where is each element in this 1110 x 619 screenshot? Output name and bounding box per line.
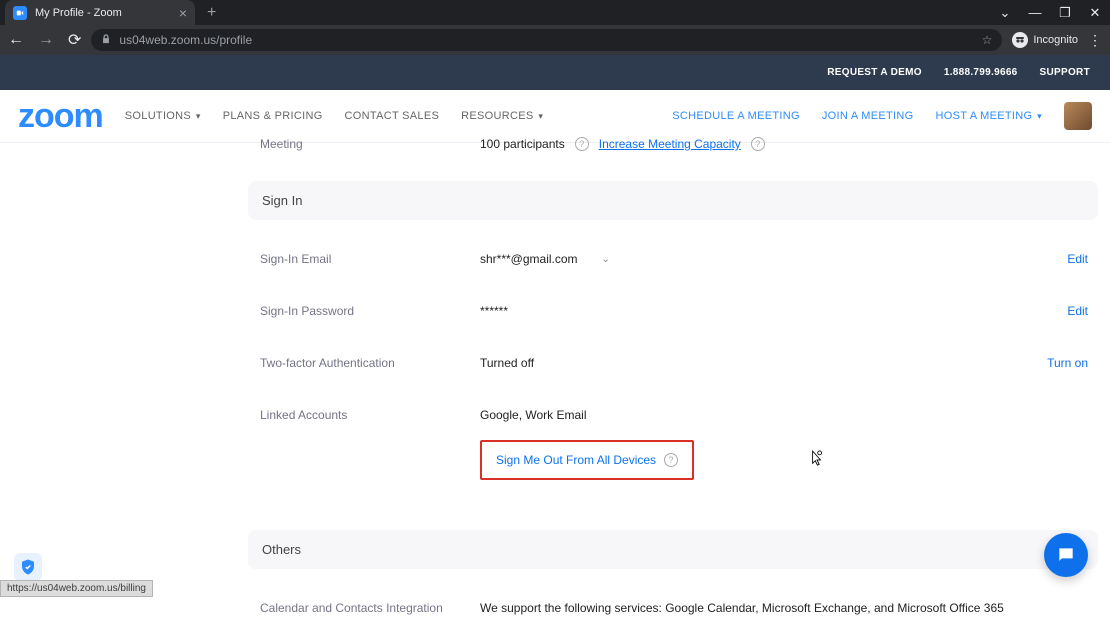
minimize-icon[interactable]: — — [1020, 5, 1050, 20]
edit-email-link[interactable]: Edit — [1067, 252, 1088, 266]
browser-tab-strip: My Profile - Zoom × + ⌄ — ❐ ✕ — [0, 0, 1110, 25]
security-shield-badge[interactable] — [14, 553, 42, 581]
calendar-label: Calendar and Contacts Integration — [248, 601, 480, 615]
twofa-turnon-link[interactable]: Turn on — [1047, 356, 1088, 370]
url-text: us04web.zoom.us/profile — [119, 33, 252, 47]
calendar-value: We support the following services: Googl… — [480, 601, 1004, 615]
signin-email-label: Sign-In Email — [248, 252, 480, 266]
meeting-label: Meeting — [248, 137, 480, 151]
chevron-down-icon[interactable]: ⌄ — [990, 5, 1020, 21]
request-demo-link[interactable]: REQUEST A DEMO — [827, 67, 922, 78]
edit-password-link[interactable]: Edit — [1067, 304, 1088, 318]
caret-down-icon: ▾ — [1034, 111, 1042, 121]
shield-icon — [19, 558, 37, 576]
linked-accounts-value: Google, Work Email — [480, 408, 586, 422]
caret-down-icon: ▾ — [193, 111, 201, 121]
tab-title: My Profile - Zoom — [35, 7, 179, 19]
left-sidebar-area — [0, 143, 248, 597]
help-icon[interactable]: ? — [751, 137, 765, 151]
nav-join[interactable]: JOIN A MEETING — [822, 110, 914, 122]
signin-section-header: Sign In — [248, 181, 1098, 220]
caret-down-icon: ▾ — [536, 111, 544, 121]
signin-email-row: Sign-In Email shr***@gmail.com ⌄ Edit — [248, 242, 1098, 294]
support-phone[interactable]: 1.888.799.9666 — [944, 67, 1018, 78]
page-body: Meeting 100 participants ? Increase Meet… — [0, 143, 1110, 597]
new-tab-button[interactable]: + — [207, 4, 216, 22]
twofa-row: Two-factor Authentication Turned off Tur… — [248, 346, 1098, 398]
signin-email-value: shr***@gmail.com — [480, 252, 578, 266]
mouse-cursor — [810, 450, 824, 468]
browser-tab[interactable]: My Profile - Zoom × — [5, 0, 195, 25]
signout-all-highlight: Sign Me Out From All Devices ? — [480, 440, 694, 480]
support-link[interactable]: SUPPORT — [1040, 67, 1090, 78]
expand-icon[interactable]: ⌄ — [602, 254, 610, 265]
signin-password-row: Sign-In Password ****** Edit — [248, 294, 1098, 346]
window-controls: ⌄ — ❐ ✕ — [990, 5, 1110, 21]
zoom-utility-bar: REQUEST A DEMO 1.888.799.9666 SUPPORT — [0, 55, 1110, 90]
nav-resources[interactable]: RESOURCES ▾ — [461, 110, 543, 122]
increase-capacity-link[interactable]: Increase Meeting Capacity — [599, 137, 741, 151]
star-icon[interactable]: ☆ — [982, 33, 993, 47]
linked-accounts-label: Linked Accounts — [248, 408, 480, 422]
nav-host[interactable]: HOST A MEETING ▾ — [935, 110, 1042, 122]
zoom-logo[interactable]: zoom — [18, 97, 103, 136]
forward-icon[interactable]: → — [38, 31, 54, 49]
zoom-favicon — [13, 6, 27, 20]
reload-icon[interactable]: ⟳ — [68, 30, 81, 50]
signout-all-devices-link[interactable]: Sign Me Out From All Devices — [496, 453, 656, 467]
zoom-main-nav: zoom SOLUTIONS ▾ PLANS & PRICING CONTACT… — [0, 90, 1110, 143]
signin-password-value: ****** — [480, 304, 508, 318]
calendar-integration-row: Calendar and Contacts Integration We sup… — [248, 591, 1098, 619]
twofa-value: Turned off — [480, 356, 534, 370]
browser-status-bar: https://us04web.zoom.us/billing — [0, 580, 153, 597]
close-tab-icon[interactable]: × — [179, 5, 187, 21]
maximize-icon[interactable]: ❐ — [1050, 5, 1080, 21]
meeting-capacity-row: Meeting 100 participants ? Increase Meet… — [248, 137, 1098, 171]
user-avatar[interactable] — [1064, 102, 1092, 130]
chat-icon — [1056, 545, 1076, 565]
meeting-value: 100 participants — [480, 137, 565, 151]
nav-solutions[interactable]: SOLUTIONS ▾ — [125, 110, 201, 122]
nav-contact[interactable]: CONTACT SALES — [345, 110, 440, 122]
browser-toolbar: ← → ⟳ us04web.zoom.us/profile ☆ Incognit… — [0, 25, 1110, 55]
signin-password-label: Sign-In Password — [248, 304, 480, 318]
chat-fab[interactable] — [1044, 533, 1088, 577]
help-icon[interactable]: ? — [664, 453, 678, 467]
incognito-icon — [1012, 32, 1028, 48]
help-icon[interactable]: ? — [575, 137, 589, 151]
nav-plans[interactable]: PLANS & PRICING — [223, 110, 323, 122]
signout-all-row: Sign Me Out From All Devices ? — [248, 440, 1098, 508]
lock-icon — [101, 33, 111, 47]
linked-accounts-row: Linked Accounts Google, Work Email — [248, 398, 1098, 440]
browser-menu-icon[interactable]: ⋮ — [1088, 32, 1102, 49]
others-section-header: Others — [248, 530, 1098, 569]
nav-schedule[interactable]: SCHEDULE A MEETING — [672, 110, 800, 122]
address-bar[interactable]: us04web.zoom.us/profile ☆ — [91, 29, 1002, 51]
twofa-label: Two-factor Authentication — [248, 356, 480, 370]
incognito-badge[interactable]: Incognito — [1012, 32, 1078, 48]
close-window-icon[interactable]: ✕ — [1080, 5, 1110, 21]
back-icon[interactable]: ← — [8, 31, 24, 49]
